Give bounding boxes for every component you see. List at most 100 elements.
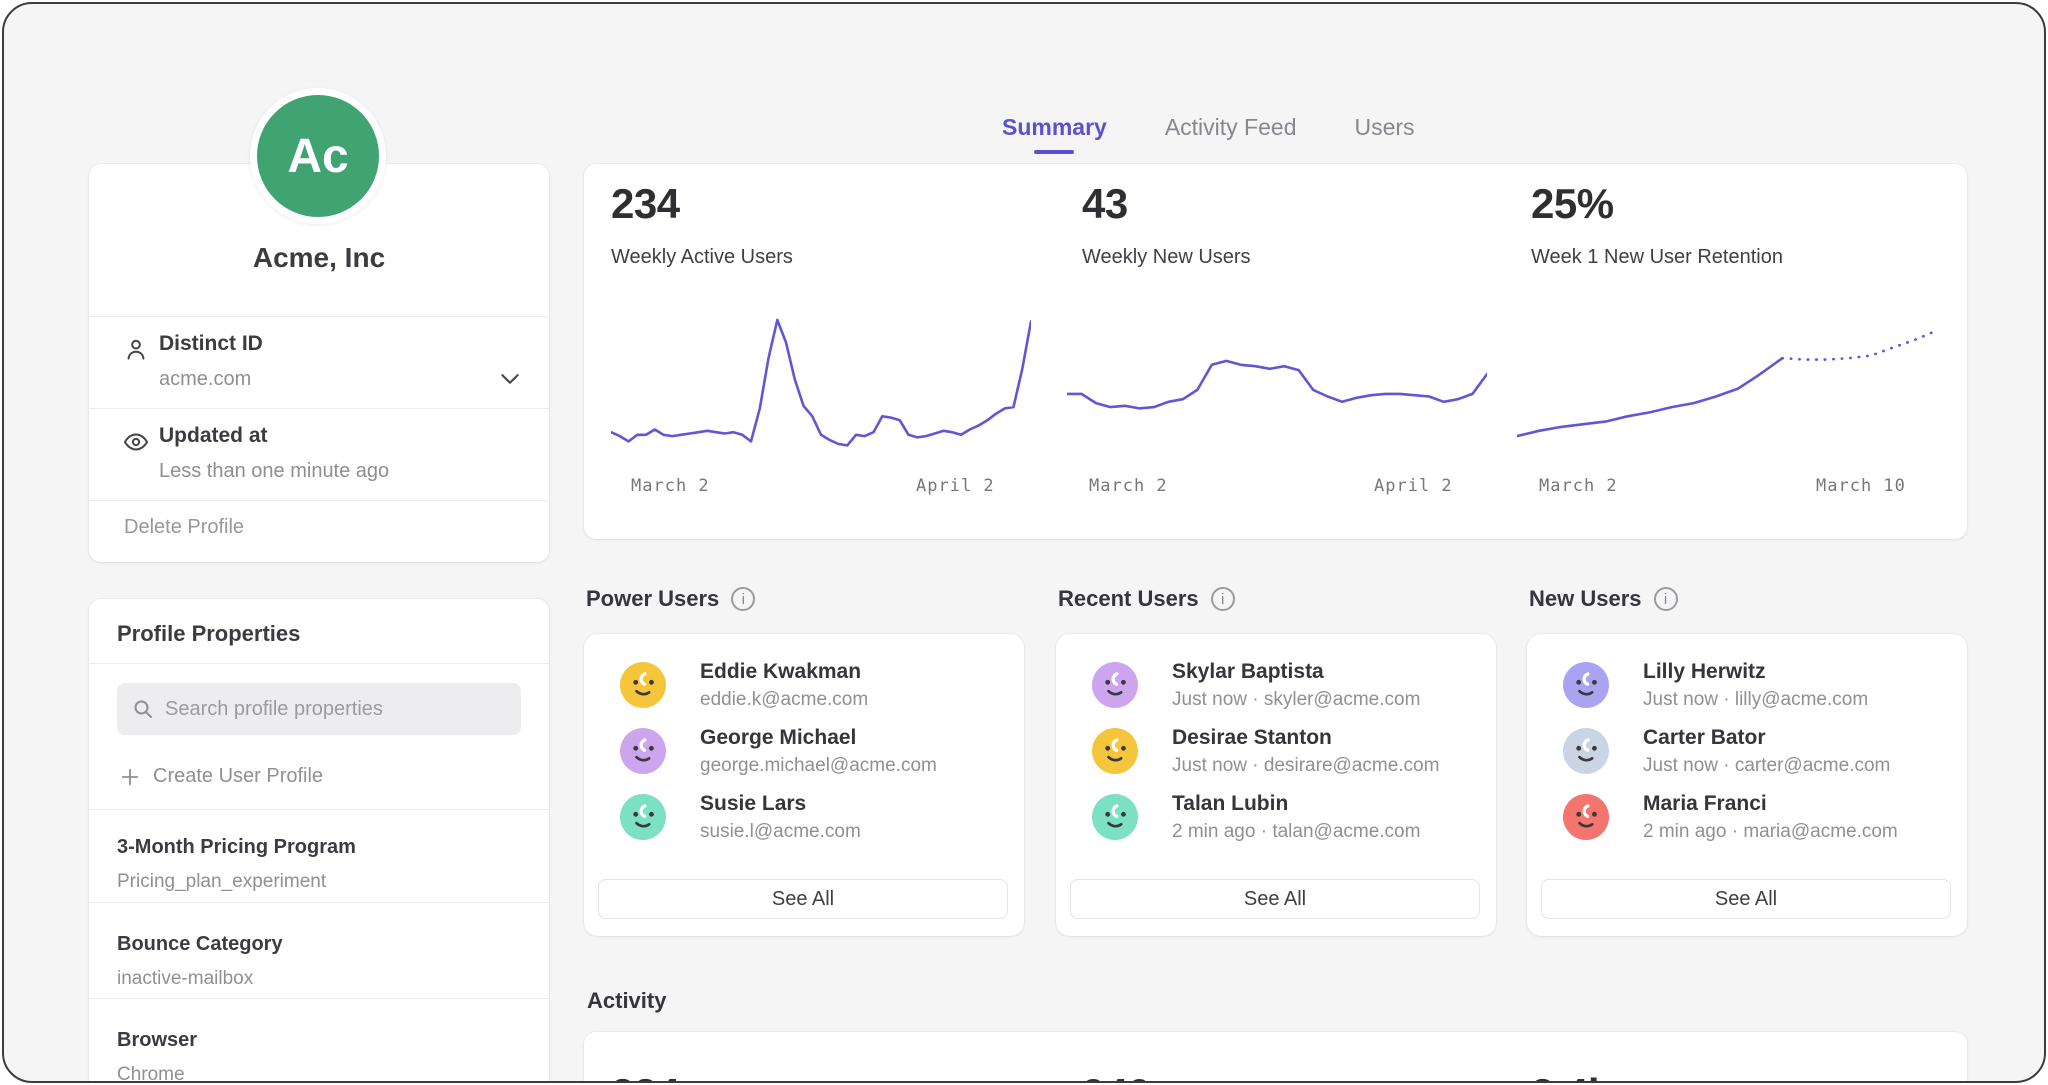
user-list-item[interactable]: Desirae StantonJust now · desirare@acme.… [1092,724,1460,782]
user-avatar [1092,662,1138,708]
divider [89,663,549,664]
line-chart-week1-retention[interactable] [1517,302,1937,452]
stat-value: 234 [611,180,680,228]
user-name: Eddie Kwakman [700,660,861,684]
face-icon [1563,728,1609,774]
property-name: Bounce Category [117,933,283,956]
user-name: Desirae Stanton [1172,726,1332,750]
user-name: Lilly Herwitz [1643,660,1766,684]
profile-properties-search[interactable] [117,683,521,735]
tab-users[interactable]: Users [1354,114,1414,144]
user-detail: eddie.k@acme.com [700,689,868,711]
user-list-item[interactable]: Skylar BaptistaJust now · skyler@acme.co… [1092,658,1460,716]
face-icon [1563,794,1609,840]
profile-properties-title: Profile Properties [117,621,300,647]
company-name: Acme, Inc [89,242,549,274]
activity-section-title: Activity [587,988,666,1014]
x-axis-tick: March 2 [1089,476,1168,496]
face-icon [1092,662,1138,708]
stat-value: 25% [1531,180,1614,228]
activity-stat-value: 234 [611,1070,680,1083]
user-avatar [1563,662,1609,708]
user-avatar [620,728,666,774]
user-name: Susie Lars [700,792,806,816]
create-user-profile-label: Create User Profile [153,765,323,788]
user-list-item[interactable]: Eddie Kwakman eddie.k@acme.com [620,658,988,716]
x-axis-tick: March 2 [1539,476,1618,496]
eye-icon [122,428,150,456]
section-head-new-users: New Users i [1529,586,1678,612]
user-detail: george.michael@acme.com [700,755,937,777]
face-icon [1092,728,1138,774]
user-detail: susie.l@acme.com [700,821,861,843]
line-chart-weekly-new-users[interactable] [1067,302,1487,452]
divider [89,500,549,501]
updated-at-row: Updated at Less than one minute ago [89,408,549,500]
chevron-down-icon[interactable] [497,366,523,392]
distinct-id-row[interactable]: Distinct ID acme.com [89,316,549,408]
user-avatar [620,662,666,708]
user-list-item[interactable]: George Michael george.michael@acme.com [620,724,988,782]
user-detail: Just now · lilly@acme.com [1643,689,1868,711]
see-all-button[interactable]: See All [598,879,1008,919]
field-label: Distinct ID [159,332,263,356]
user-avatar [1092,728,1138,774]
face-icon [620,662,666,708]
info-icon[interactable]: i [731,587,755,611]
property-value: Chrome [117,1064,185,1083]
user-list-item[interactable]: Susie Lars susie.l@acme.com [620,790,988,848]
property-value: inactive-mailbox [117,968,253,990]
plus-icon [119,766,141,788]
field-value: Less than one minute ago [159,460,389,483]
user-detail: Just now · carter@acme.com [1643,755,1890,777]
user-list-item[interactable]: Lilly Herwitz Just now · lilly@acme.com [1563,658,1931,716]
section-title: New Users [1529,586,1642,612]
recent-users-card: Skylar BaptistaJust now · skyler@acme.co… [1056,634,1496,936]
user-name: George Michael [700,726,856,750]
x-axis-tick: April 2 [916,476,995,496]
user-list-item[interactable]: Maria Franci2 min ago · maria@acme.com [1563,790,1931,848]
info-icon[interactable]: i [1654,587,1678,611]
tab-activity-feed[interactable]: Activity Feed [1165,114,1297,144]
delete-profile-button[interactable]: Delete Profile [124,516,244,539]
field-label: Updated at [159,424,268,448]
create-user-profile-button[interactable]: Create User Profile [119,765,323,788]
tab-bar: Summary Activity Feed Users [1002,114,1415,144]
property-value: Pricing_plan_experiment [117,871,326,893]
stat-value: 43 [1082,180,1128,228]
user-list-item[interactable]: Talan Lubin2 min ago · talan@acme.com [1092,790,1460,848]
activity-card: 234 940 3.4k [584,1032,1967,1083]
field-value: acme.com [159,368,251,391]
user-detail: 2 min ago · maria@acme.com [1643,821,1898,843]
user-detail: Just now · skyler@acme.com [1172,689,1420,711]
info-icon[interactable]: i [1211,587,1235,611]
new-users-card: Lilly Herwitz Just now · lilly@acme.com Ca… [1527,634,1967,936]
x-axis-tick: April 2 [1374,476,1453,496]
search-input[interactable] [165,698,507,721]
search-icon [131,697,155,721]
user-list-item[interactable]: Carter BatorJust now · carter@acme.com [1563,724,1931,782]
user-avatar [1092,794,1138,840]
tab-label: Summary [1002,114,1107,140]
line-chart-weekly-active-users[interactable] [611,302,1031,452]
app-window: Ac Acme, Inc Distinct ID acme.com [2,2,2046,1083]
section-head-power-users: Power Users i [586,586,755,612]
company-avatar-initials: Ac [287,129,348,184]
divider [89,998,549,999]
power-users-card: Eddie Kwakman eddie.k@acme.com George Mich… [584,634,1024,936]
section-title: Power Users [586,586,719,612]
profile-properties-card: Profile Properties Create User Profile 3… [89,599,549,1083]
tab-label: Activity Feed [1165,114,1297,140]
tab-summary[interactable]: Summary [1002,114,1107,144]
section-title: Recent Users [1058,586,1199,612]
see-all-button[interactable]: See All [1541,879,1951,919]
see-all-button[interactable]: See All [1070,879,1480,919]
user-name: Talan Lubin [1172,792,1288,816]
user-avatar [1563,794,1609,840]
user-avatar [1563,728,1609,774]
stat-label: Weekly New Users [1082,246,1251,269]
divider [89,902,549,903]
stat-label: Week 1 New User Retention [1531,246,1783,269]
divider [89,809,549,810]
face-icon [1563,662,1609,708]
